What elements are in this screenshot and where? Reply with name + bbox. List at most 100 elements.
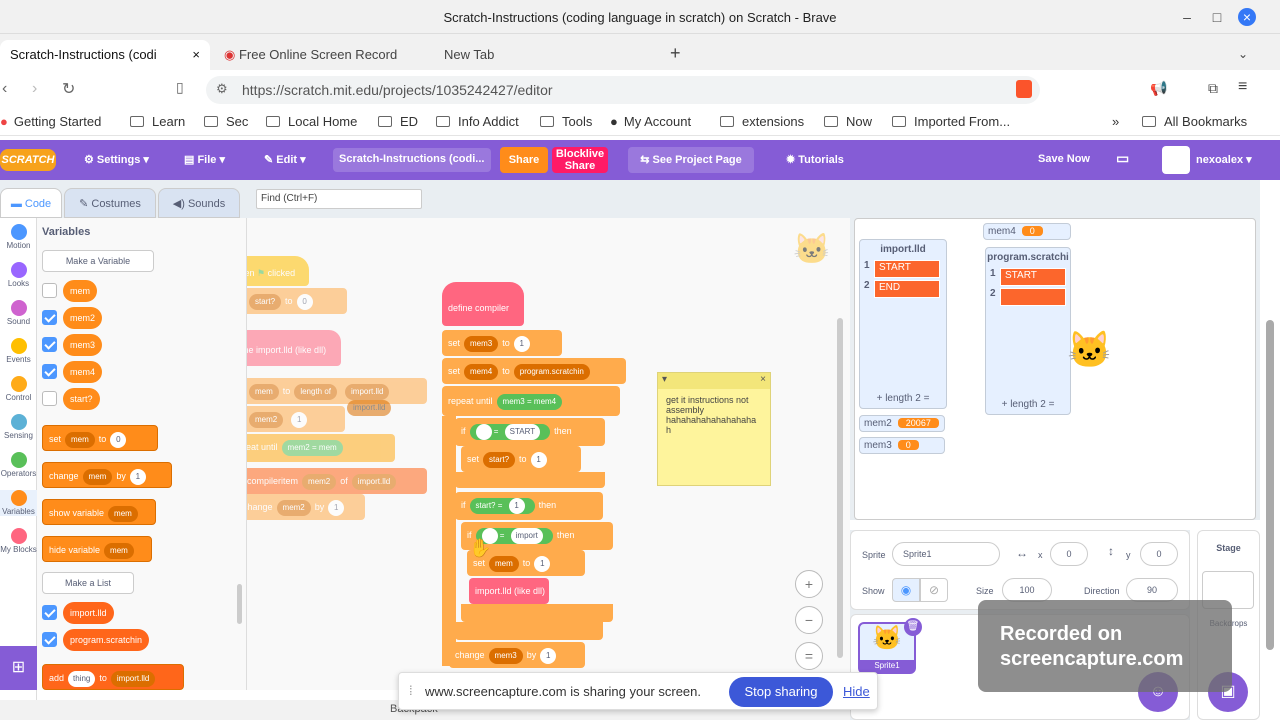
drag-handle-icon[interactable]: ⁞ [409, 683, 413, 698]
script-scrollbar[interactable] [837, 318, 843, 658]
hide-eye-icon[interactable]: ⊘ [920, 578, 948, 602]
variable-checkbox[interactable] [42, 310, 57, 325]
value-input[interactable]: import [510, 527, 543, 544]
list-dropdown[interactable]: import.lld [110, 670, 156, 687]
var-dropdown[interactable]: mem [489, 555, 519, 572]
equals-operator[interactable]: = START [469, 423, 551, 440]
compiler-call-block[interactable]: compileritem mem2 of import.lld [247, 468, 427, 494]
bookmark-item[interactable]: ED [378, 114, 418, 129]
hide-variable-block[interactable]: hide variable mem [42, 536, 152, 562]
set-block[interactable]: set mem3 to 1 [442, 330, 562, 356]
repeat-until-block[interactable]: repeat untilmem2 = mem [247, 434, 395, 462]
variable-reporter[interactable]: mem2 [63, 307, 103, 329]
show-eye-icon[interactable]: ◉ [892, 578, 920, 602]
var-dropdown[interactable]: mem2 [276, 499, 311, 516]
repeat-until-block[interactable]: repeat until mem3 = mem4 [442, 386, 620, 416]
category-sensing[interactable]: Sensing [0, 414, 37, 440]
var-dropdown[interactable]: start? [249, 293, 282, 310]
bookmark-item[interactable]: Info Addict [436, 114, 519, 129]
equals-operator[interactable]: start? = 1 [469, 497, 535, 514]
value-input[interactable]: 1 [530, 451, 547, 468]
length-of-reporter[interactable]: length of [294, 383, 338, 400]
x-input[interactable]: 0 [1050, 542, 1088, 566]
category-control[interactable]: Control [0, 376, 37, 402]
change-block[interactable]: changemem2by1 [247, 494, 365, 520]
list-reporter[interactable]: import.lld [63, 602, 114, 624]
sprite-name-input[interactable]: Sprite1 [892, 542, 1000, 566]
empty-input[interactable] [475, 423, 492, 440]
set-block[interactable]: setstart?to0 [247, 288, 347, 314]
size-input[interactable]: 100 [1002, 578, 1052, 602]
more-bookmarks-icon[interactable]: » [1112, 114, 1119, 129]
find-input[interactable]: Find (Ctrl+F) [256, 189, 422, 209]
list-item-value[interactable] [1000, 288, 1066, 306]
comment-text[interactable]: get it instructions not assembly hahahah… [658, 389, 770, 441]
tutorials-button[interactable]: ✹ Tutorials [786, 153, 844, 166]
show-variable-block[interactable]: show variable mem [42, 499, 156, 525]
bookmark-item[interactable]: Imported From... [892, 114, 1010, 129]
var-dropdown[interactable]: mem2 [249, 411, 284, 428]
set-block[interactable]: setmemtolength ofimport.lld [247, 378, 427, 404]
import-lld-call-block[interactable]: import.lld (like dll) [469, 578, 549, 604]
variable-reporter[interactable]: start? [63, 388, 100, 410]
list-dropdown[interactable]: import.lld [345, 383, 390, 400]
var-dropdown[interactable]: mem2 [302, 473, 337, 490]
bookmark-item[interactable]: Sec [204, 114, 248, 129]
url-field[interactable]: ⚙ https://scratch.mit.edu/projects/10352… [206, 76, 1040, 104]
variable-checkbox[interactable] [42, 283, 57, 298]
variable-monitor-mem4[interactable]: mem4 0 [983, 223, 1071, 240]
list-monitor-item[interactable]: 1 START [990, 268, 1066, 286]
list-item-value[interactable]: END [874, 280, 940, 298]
variable-monitor-mem3[interactable]: mem3 0 [859, 437, 945, 454]
value-input[interactable]: START [504, 423, 541, 440]
value-input[interactable]: 1 [328, 499, 345, 516]
when-flag-clicked-block[interactable]: when ⚑ clicked [247, 256, 309, 286]
if-block[interactable]: if start? = 1 then [455, 492, 603, 520]
variable-reporter[interactable]: mem3 [63, 334, 103, 356]
add-item-icon[interactable]: + [877, 393, 886, 404]
reload-icon[interactable]: ↻ [62, 79, 75, 99]
bookmark-item[interactable]: Now [824, 114, 872, 129]
value-input[interactable]: 1 [129, 468, 146, 485]
page-scrollbar[interactable] [1266, 320, 1274, 650]
collapse-icon[interactable]: ▾ [662, 374, 667, 385]
tab-costumes[interactable]: ✎ Costumes [64, 188, 156, 218]
blocklive-share-button[interactable]: Blocklive Share [552, 147, 608, 173]
direction-input[interactable]: 90 [1126, 578, 1178, 602]
maximize-icon[interactable]: □ [1208, 8, 1226, 26]
user-menu[interactable]: nexoalex ▾ [1196, 153, 1252, 166]
list-monitor-item[interactable]: 1 START [864, 260, 940, 278]
var-dropdown[interactable]: mem3 [488, 647, 523, 664]
variable-reporter[interactable]: mem4 [63, 361, 103, 383]
category-sound[interactable]: Sound [0, 300, 37, 326]
bookmark-item[interactable]: ● Getting Started [0, 114, 101, 129]
change-variable-block[interactable]: change mem by 1 [42, 462, 172, 488]
list-dropdown[interactable]: import.lld [347, 400, 392, 416]
bookmark-item[interactable]: extensions [720, 114, 804, 129]
bookmark-item[interactable]: Tools [540, 114, 592, 129]
tab-code[interactable]: ▬ Code [0, 188, 62, 218]
define-compiler-block[interactable]: define compiler [442, 282, 524, 326]
comment-header[interactable]: ▾ × [658, 373, 770, 389]
tab-new[interactable]: New Tab [434, 40, 634, 70]
zoom-out-button[interactable]: − [795, 606, 823, 634]
add-extension-icon[interactable]: ⊞ [0, 646, 37, 690]
category-motion[interactable]: Motion [0, 224, 37, 250]
var-dropdown[interactable]: mem3 [464, 335, 499, 352]
var-dropdown[interactable]: mem [65, 431, 95, 448]
var-dropdown[interactable]: mem [104, 542, 134, 559]
list-checkbox[interactable] [42, 632, 57, 647]
stop-sharing-button[interactable]: Stop sharing [729, 677, 833, 707]
make-list-button[interactable]: Make a List [42, 572, 134, 594]
tab-sounds[interactable]: ◀) Sounds [158, 188, 240, 218]
set-block[interactable]: setmem21 [247, 406, 345, 432]
var-dropdown[interactable]: start? [483, 451, 516, 468]
list-checkbox[interactable] [42, 605, 57, 620]
define-block[interactable]: define import.lld (like dll) [247, 330, 341, 366]
close-window-icon[interactable]: × [1238, 8, 1256, 26]
bookmark-item[interactable]: Local Home [266, 114, 357, 129]
resize-handle-icon[interactable]: = [1049, 399, 1055, 410]
avatar[interactable] [1162, 146, 1190, 174]
variable-checkbox[interactable] [42, 337, 57, 352]
list-monitor-item[interactable]: 2 [990, 288, 1066, 306]
